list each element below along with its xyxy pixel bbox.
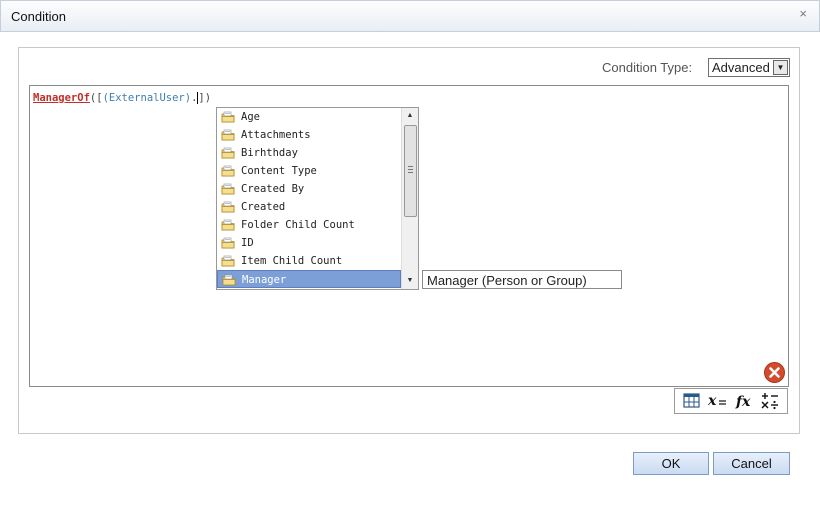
autocomplete-item[interactable]: Content Type xyxy=(217,162,401,180)
function-icon[interactable]: fx xyxy=(733,391,755,411)
field-tooltip: Manager (Person or Group) xyxy=(422,270,622,289)
svg-text:x: x xyxy=(707,393,717,409)
condition-type-value: Advanced xyxy=(712,60,770,75)
autocomplete-item-label: Attachments xyxy=(241,129,311,141)
autocomplete-item-label: Folder Child Count xyxy=(241,219,355,231)
autocomplete-item[interactable]: Manager xyxy=(217,270,401,288)
chevron-down-icon[interactable]: ▼ xyxy=(773,60,788,75)
field-icon xyxy=(221,219,236,231)
grip-icon xyxy=(408,166,413,175)
expression-field: (ExternalUser) xyxy=(102,92,192,104)
autocomplete-item[interactable]: Attachments xyxy=(217,126,401,144)
dialog-title: Condition xyxy=(11,9,66,24)
field-icon xyxy=(221,255,236,267)
field-icon xyxy=(221,129,236,141)
ok-button[interactable]: OK xyxy=(633,452,709,475)
autocomplete-list: Age Attachments Birhthday Content Type Creat… xyxy=(217,108,401,288)
autocomplete-item[interactable]: ID xyxy=(217,234,401,252)
scroll-up-icon[interactable]: ▲ xyxy=(403,109,417,123)
autocomplete-item[interactable]: Age xyxy=(217,108,401,126)
autocomplete-item[interactable]: Item Child Count xyxy=(217,252,401,270)
autocomplete-item[interactable]: Created By xyxy=(217,180,401,198)
condition-type-label: Condition Type: xyxy=(602,60,693,75)
autocomplete-item-label: Created By xyxy=(241,183,305,195)
autocomplete-item[interactable]: Folder Child Count xyxy=(217,216,401,234)
expression-text[interactable]: ManagerOf([(ExternalUser).]) xyxy=(33,92,211,104)
autocomplete-dropdown: Age Attachments Birhthday Content Type Creat… xyxy=(216,107,419,290)
dialog-titlebar: Condition × xyxy=(0,0,820,32)
expression-function: ManagerOf xyxy=(33,92,90,104)
svg-text:fx: fx xyxy=(735,394,751,410)
autocomplete-item-label: ID xyxy=(241,237,254,249)
table-icon[interactable] xyxy=(681,391,703,411)
expression-toolbar: x fx xyxy=(674,388,788,414)
condition-type-select[interactable]: Advanced ▼ xyxy=(708,58,790,77)
close-icon[interactable]: × xyxy=(799,6,807,21)
autocomplete-item[interactable]: Birhthday xyxy=(217,144,401,162)
scrollbar[interactable]: ▲ ▼ xyxy=(401,108,418,289)
autocomplete-item-label: Manager xyxy=(242,274,287,286)
expression-open: ([ xyxy=(89,92,103,104)
autocomplete-item-label: Content Type xyxy=(241,165,317,177)
autocomplete-item-label: Age xyxy=(241,111,260,123)
field-icon xyxy=(221,201,236,213)
field-icon xyxy=(221,237,236,249)
field-icon xyxy=(222,274,237,286)
autocomplete-item[interactable]: Created xyxy=(217,198,401,216)
variable-icon[interactable]: x xyxy=(707,391,729,411)
scrollbar-thumb[interactable] xyxy=(404,125,417,217)
autocomplete-item-label: Birhthday xyxy=(241,147,298,159)
scroll-down-icon[interactable]: ▼ xyxy=(403,274,417,288)
autocomplete-item-label: Created xyxy=(241,201,286,213)
field-icon xyxy=(221,183,236,195)
expression-close: ]) xyxy=(198,92,212,104)
field-icon xyxy=(221,165,236,177)
field-icon xyxy=(221,111,236,123)
delete-icon[interactable] xyxy=(764,362,785,383)
field-icon xyxy=(221,147,236,159)
operators-icon[interactable] xyxy=(759,391,781,411)
cancel-button[interactable]: Cancel xyxy=(713,452,790,475)
autocomplete-item-label: Item Child Count xyxy=(241,255,343,267)
